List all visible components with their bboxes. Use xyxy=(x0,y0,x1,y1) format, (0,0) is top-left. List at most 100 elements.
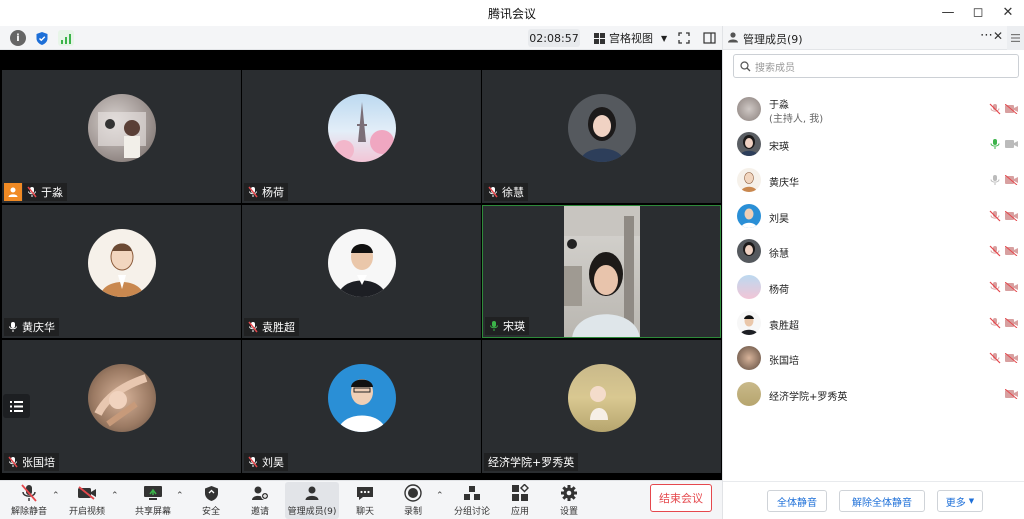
member-row[interactable]: 杨荷 xyxy=(735,270,1021,304)
avatar xyxy=(737,239,761,263)
more-label: 更多 xyxy=(945,497,966,509)
chevron-up-icon[interactable]: ⌃ xyxy=(436,491,444,501)
shield-icon xyxy=(201,483,221,503)
mute-all-button[interactable]: 全体静音 xyxy=(767,490,827,512)
meeting-toolbar: 解除静音 ⌃ 开启视频 ⌃ 共享屏幕 ⌃ 安全 邀请 管理成员(9) 聊天 录制… xyxy=(0,480,722,519)
shield-icon[interactable] xyxy=(34,30,50,46)
video-off-icon xyxy=(77,483,97,503)
sidebar-toggle-icon[interactable] xyxy=(701,30,717,46)
avatar xyxy=(737,346,761,370)
camera-off-icon[interactable] xyxy=(1005,211,1019,221)
video-tile[interactable]: 袁胜超 xyxy=(242,205,481,338)
settings-button[interactable]: 设置 xyxy=(554,483,584,518)
chevron-up-icon[interactable]: ⌃ xyxy=(176,491,184,501)
camera-off-icon[interactable] xyxy=(1005,175,1019,185)
unmute-all-button[interactable]: 解除全体静音 xyxy=(839,490,925,512)
video-tile[interactable]: 杨荷 xyxy=(242,70,481,203)
close-panel-icon[interactable]: ✕ xyxy=(993,29,1003,43)
chevron-up-icon[interactable]: ⌃ xyxy=(111,491,119,501)
apps-icon xyxy=(510,483,530,503)
video-tile[interactable]: 徐慧 xyxy=(482,70,721,203)
minimize-icon[interactable]: — xyxy=(940,4,956,20)
video-tile[interactable]: 于淼 xyxy=(2,70,241,203)
mic-on-icon[interactable] xyxy=(989,174,1001,186)
member-row[interactable]: 于淼 (主持人, 我) xyxy=(735,92,1021,126)
fullscreen-icon[interactable] xyxy=(676,30,692,46)
member-row[interactable]: 张国培 xyxy=(735,341,1021,375)
mic-muted-icon[interactable] xyxy=(989,352,1001,364)
mic-muted-icon[interactable] xyxy=(989,210,1001,222)
member-search-input[interactable]: 搜索成员 xyxy=(733,54,1019,78)
window-title: 腾讯会议 xyxy=(487,6,536,21)
chat-button[interactable]: 聊天 xyxy=(350,483,380,518)
unmute-button[interactable]: 解除静音 xyxy=(8,483,50,518)
participant-name: 徐慧 xyxy=(502,186,524,199)
close-icon[interactable]: ✕ xyxy=(1000,4,1016,20)
start-video-button[interactable]: 开启视频 xyxy=(66,483,108,518)
signal-icon[interactable] xyxy=(58,30,74,46)
mic-muted-icon xyxy=(7,456,19,468)
chevron-down-icon: ▼ xyxy=(968,497,975,505)
security-button[interactable]: 安全 xyxy=(196,483,226,518)
avatar xyxy=(737,204,761,228)
participant-nametag: 经济学院+罗秀英 xyxy=(484,453,579,471)
breakout-icon xyxy=(462,483,482,503)
view-mode-label: 宫格视图 xyxy=(609,32,653,45)
chevron-up-icon[interactable]: ⌃ xyxy=(52,491,60,501)
mic-muted-icon[interactable] xyxy=(989,317,1001,329)
record-icon xyxy=(403,483,423,503)
member-row[interactable]: 宋瑛 xyxy=(735,127,1021,161)
mic-muted-icon[interactable] xyxy=(989,245,1001,257)
member-name: 黄庆华 xyxy=(769,178,799,189)
video-feed xyxy=(564,206,640,337)
video-tile[interactable]: 张国培 xyxy=(2,340,241,473)
info-icon[interactable]: i xyxy=(10,30,26,46)
breakout-rooms-button[interactable]: 分组讨论 xyxy=(452,483,492,518)
avatar xyxy=(568,364,636,432)
more-options-icon[interactable]: ⋯ xyxy=(980,28,993,43)
invite-button[interactable]: 邀请 xyxy=(245,483,275,518)
avatar xyxy=(737,168,761,192)
manage-members-button[interactable]: 管理成员(9) xyxy=(285,482,339,519)
mic-speaking-icon[interactable] xyxy=(989,138,1001,150)
member-row[interactable]: 袁胜超 xyxy=(735,306,1021,340)
camera-off-icon[interactable] xyxy=(1005,246,1019,256)
chevron-down-icon: ▼ xyxy=(661,33,668,43)
list-view-icon[interactable] xyxy=(3,394,30,418)
member-row[interactable]: 刘昊 xyxy=(735,199,1021,233)
member-name: 宋瑛 xyxy=(769,142,789,153)
view-mode-dropdown[interactable]: 宫格视图 ▼ xyxy=(588,29,673,47)
participant-nametag: 杨荷 xyxy=(244,183,288,201)
video-tile-active-speaker[interactable]: 宋瑛 xyxy=(482,205,721,338)
participant-name: 经济学院+罗秀英 xyxy=(488,456,575,469)
member-row[interactable]: 徐慧 xyxy=(735,234,1021,268)
apps-button[interactable]: 应用 xyxy=(505,483,535,518)
video-tile[interactable]: 刘昊 xyxy=(242,340,481,473)
camera-icon[interactable] xyxy=(1005,139,1019,149)
end-meeting-button[interactable]: 结束会议 xyxy=(650,484,712,512)
camera-off-icon[interactable] xyxy=(1005,389,1019,399)
member-row[interactable]: 经济学院+罗秀英 xyxy=(735,377,1021,411)
avatar xyxy=(88,364,156,432)
mic-muted-icon[interactable] xyxy=(989,103,1001,115)
member-row[interactable]: 黄庆华 xyxy=(735,163,1021,197)
camera-off-icon[interactable] xyxy=(1005,104,1019,114)
member-name: 于淼 xyxy=(769,100,789,111)
video-tile[interactable]: 黄庆华 xyxy=(2,205,241,338)
camera-off-icon[interactable] xyxy=(1005,282,1019,292)
gear-icon xyxy=(559,483,579,503)
maximize-icon[interactable]: ◻ xyxy=(970,4,986,20)
camera-off-icon[interactable] xyxy=(1005,318,1019,328)
chat-icon xyxy=(355,483,375,503)
participant-nametag: 于淼 xyxy=(23,183,67,201)
avatar xyxy=(328,364,396,432)
mic-muted-icon[interactable] xyxy=(989,281,1001,293)
camera-off-icon[interactable] xyxy=(1005,353,1019,363)
mic-muted-icon xyxy=(247,186,259,198)
more-button[interactable]: 更多 ▼ xyxy=(937,490,983,512)
menu-icon[interactable] xyxy=(1007,26,1024,50)
share-screen-button[interactable]: 共享屏幕 xyxy=(132,483,174,518)
record-button[interactable]: 录制 xyxy=(398,483,428,518)
search-icon xyxy=(740,60,751,71)
video-tile[interactable]: 经济学院+罗秀英 xyxy=(482,340,721,473)
